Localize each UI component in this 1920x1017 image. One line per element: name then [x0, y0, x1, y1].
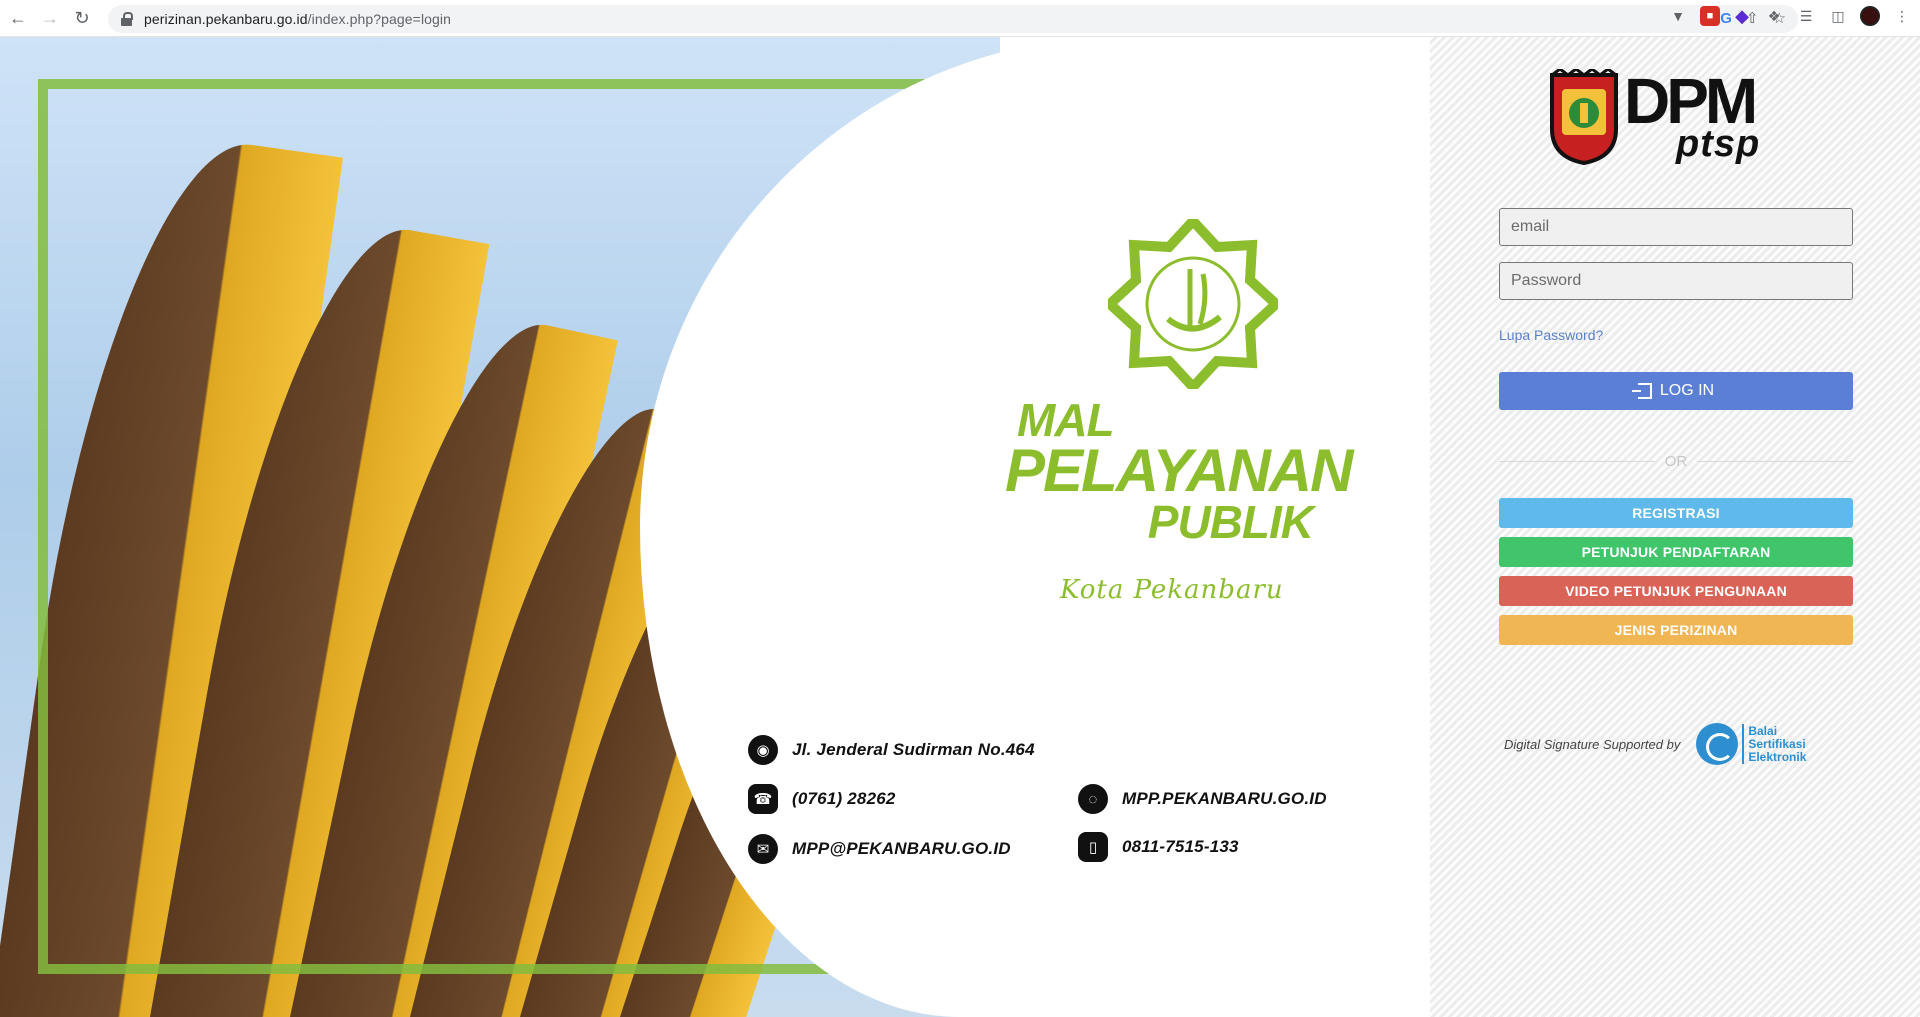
email-text: MPP@PEKANBARU.GO.ID	[792, 839, 1011, 858]
login-panel: DPM ptsp Lupa Password? LOG IN OR REGIST…	[1430, 37, 1920, 1017]
or-text: OR	[1664, 452, 1688, 470]
extension-purple-icon[interactable]: ◆	[1732, 6, 1752, 26]
pekanbaru-crest-icon	[1550, 67, 1618, 166]
bsre-line-1: Balai	[1748, 723, 1778, 738]
phone-icon: ☎	[748, 784, 778, 814]
bsre-line-2: Sertifikasi	[1748, 736, 1806, 751]
contact-website: ◌ MPP.PEKANBARU.GO.ID	[1078, 784, 1327, 814]
phone-text: (0761) 28262	[792, 789, 896, 808]
mpp-line-2: PELAYANAN	[1005, 437, 1353, 504]
url-host: perizinan.pekanbaru.go.id	[144, 11, 308, 27]
login-button[interactable]: LOG IN	[1499, 372, 1853, 410]
divider-line	[1697, 460, 1853, 462]
bsre-wordmark: Balai Sertifikasi Elektronik	[1748, 723, 1807, 764]
forgot-password-link[interactable]: Lupa Password?	[1499, 327, 1603, 343]
jenis-perizinan-button[interactable]: JENIS PERIZINAN	[1499, 615, 1853, 645]
address-text: Jl. Jenderal Sudirman No.464	[792, 740, 1035, 759]
side-panel-icon[interactable]: ◫	[1828, 6, 1848, 26]
lock-icon[interactable]	[120, 12, 134, 26]
divider-line	[1499, 460, 1655, 462]
address-bar[interactable]: perizinan.pekanbaru.go.id/index.php?page…	[108, 5, 1798, 33]
globe-icon: ◌	[1078, 784, 1108, 814]
mpp-emblem-icon	[1108, 219, 1278, 389]
mobile-phone-icon: ▯	[1078, 832, 1108, 862]
url-text: perizinan.pekanbaru.go.id/index.php?page…	[144, 11, 451, 27]
reload-icon[interactable]: ↻	[68, 4, 96, 32]
extension-red-icon[interactable]: ■	[1700, 6, 1720, 26]
mail-icon: ✉	[748, 834, 778, 864]
or-divider: OR	[1499, 451, 1853, 471]
extensions-bar: ▼ ■ ◆ ❖ ☰ ◫ ⋮	[1668, 6, 1912, 26]
mobile-text: 0811-7515-133	[1122, 837, 1239, 856]
url-path: /index.php?page=login	[307, 11, 452, 27]
bsre-line-3: Elektronik	[1748, 749, 1807, 764]
contact-mobile: ▯ 0811-7515-133	[1078, 832, 1239, 862]
password-field[interactable]	[1499, 262, 1853, 300]
bsre-logo: Balai Sertifikasi Elektronik	[1696, 723, 1806, 765]
menu-dots-icon[interactable]: ⋮	[1892, 6, 1912, 26]
digital-signature-footer: Digital Signature Supported by Balai Ser…	[1504, 723, 1806, 765]
registrasi-button[interactable]: REGISTRASI	[1499, 498, 1853, 528]
forward-arrow-icon[interactable]: →	[36, 4, 64, 32]
login-page: MAL PELAYANAN PUBLIK Kota Pekanbaru ◉ Jl…	[0, 37, 1920, 1017]
contact-phone: ☎ (0761) 28262	[748, 784, 896, 814]
petunjuk-pendaftaran-button[interactable]: PETUNJUK PENDAFTARAN	[1499, 537, 1853, 567]
mpp-wordmark: MAL PELAYANAN PUBLIK	[1005, 397, 1353, 548]
email-field[interactable]	[1499, 208, 1853, 246]
digital-signature-text: Digital Signature Supported by	[1504, 736, 1681, 752]
contact-email: ✉ MPP@PEKANBARU.GO.ID	[748, 834, 1011, 864]
mpp-city-subtitle: Kota Pekanbaru	[1060, 575, 1284, 605]
bsre-emblem-icon	[1696, 723, 1739, 765]
contact-address: ◉ Jl. Jenderal Sudirman No.464	[748, 735, 1035, 765]
login-button-label: LOG IN	[1659, 382, 1715, 399]
dpm-ptsp-logo: DPM ptsp	[1548, 67, 1768, 169]
media-list-icon[interactable]: ☰	[1796, 6, 1816, 26]
browser-toolbar: ← → ↻ perizinan.pekanbaru.go.id/index.ph…	[0, 0, 1920, 37]
puzzle-icon[interactable]: ❖	[1764, 6, 1784, 26]
mpp-line-3: PUBLIK	[1147, 496, 1314, 548]
bsre-divider	[1742, 724, 1745, 764]
back-arrow-icon[interactable]: ←	[4, 4, 32, 32]
ptsp-wordmark: ptsp	[1676, 123, 1761, 165]
extension-v-icon[interactable]: ▼	[1668, 6, 1688, 26]
video-petunjuk-button[interactable]: VIDEO PETUNJUK PENGUNAAN	[1499, 576, 1853, 606]
location-pin-icon: ◉	[748, 735, 778, 765]
website-text: MPP.PEKANBARU.GO.ID	[1122, 789, 1327, 808]
profile-avatar[interactable]	[1860, 6, 1880, 26]
login-icon	[1631, 383, 1652, 399]
